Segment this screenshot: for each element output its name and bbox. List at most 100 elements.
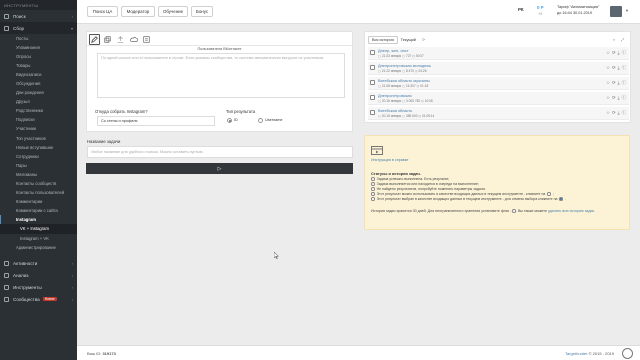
refresh-icon[interactable]: ⟳ [419, 36, 428, 44]
sidebar-item[interactable]: Товары [0, 61, 77, 70]
expand-icon[interactable]: ⤢ [618, 36, 627, 44]
history-row-title[interactable]: Днепр, жен, инст [378, 48, 409, 53]
history-row-time: 01:18 [420, 83, 429, 88]
history-row-title[interactable]: Витебская область мужчины [378, 78, 430, 83]
refresh-icon[interactable]: ⟳ [612, 95, 616, 101]
tariff-info[interactable]: Тариф "Автоматизация" до 16:44 30.01.201… [557, 5, 599, 16]
sidebar-item[interactable]: Меломаны [0, 170, 77, 179]
sidebar-item[interactable]: Участники [0, 124, 77, 133]
tab-current[interactable]: Текущий [398, 36, 419, 44]
sidebar-item[interactable]: Опросы [0, 52, 77, 61]
star-icon[interactable]: ☆ [606, 50, 610, 56]
refresh-icon[interactable]: ⟳ [612, 110, 616, 116]
sidebar-item[interactable]: Родственники [0, 106, 77, 115]
history-row-actions: ☆ ⟳ ⤓ ⓘ [606, 95, 626, 101]
source-select[interactable]: Со стены и профиля [97, 116, 215, 126]
status-empty: Не найдено результатов, попробуйте помен… [371, 187, 486, 191]
history-row-title[interactable]: Днепропетровская [378, 93, 412, 98]
upload-icon[interactable] [115, 34, 126, 45]
sidebar-item[interactable]: Новые вступившие [0, 143, 77, 152]
chevron-down-icon[interactable]: ▼ [625, 8, 629, 13]
vk-users-textarea[interactable]: По одной ссылке или id пользователя в ст… [97, 53, 345, 98]
cloud-icon[interactable] [128, 34, 139, 45]
statuses-title: Статусы и история задач. [371, 171, 421, 176]
refresh-icon[interactable]: ⟳ [612, 65, 616, 71]
sidebar-section-collect[interactable]: Сбор ▾ [0, 22, 77, 34]
help-guide-link[interactable]: Инструкция в справке [371, 158, 408, 162]
moderator-button[interactable]: Модератор [121, 6, 155, 17]
info-icon[interactable]: ⓘ [622, 110, 626, 116]
sidebar-item[interactable]: Контакты сообществ [0, 179, 77, 188]
sidebar-section-groups[interactable]: Сообщества Новое › [0, 293, 77, 305]
history-row[interactable]: Витебская область мужчины ▢ 21.08 января … [368, 77, 629, 90]
sidebar-section-search[interactable]: Поиск › [0, 10, 77, 22]
list-icon[interactable] [141, 34, 152, 45]
sidebar-item-admin[interactable]: Администрирование [0, 243, 77, 252]
sidebar-item[interactable]: Друзья [0, 97, 77, 106]
sidebar-item[interactable]: Контакты пользователей [0, 188, 77, 197]
radio-id[interactable] [227, 118, 232, 123]
sidebar-item[interactable]: Комментарии с сайта [0, 206, 77, 215]
sidebar-item[interactable]: Подписки [0, 115, 77, 124]
sidebar-subitem[interactable]: VK + Instagram [0, 223, 77, 234]
delete-history-link[interactable]: удалить всю историю задач [548, 209, 594, 213]
sidebar-item[interactable]: Дни рождения [0, 88, 77, 97]
info-icon[interactable]: ⓘ [622, 80, 626, 86]
star-icon[interactable]: ☆ [606, 80, 610, 86]
refresh-icon[interactable]: ⟳ [612, 50, 616, 56]
tab-all-history[interactable]: Вся история [368, 35, 398, 44]
radio-username[interactable] [258, 118, 263, 123]
sidebar-item-instagram[interactable]: Instagram [0, 214, 77, 224]
history-row[interactable]: Днепропетровская молодежь ▢ 21.22 января … [368, 62, 629, 75]
user-id: Ваш ID: 319173 [87, 351, 116, 356]
search-icon[interactable]: ⌕ [610, 36, 618, 44]
task-name-input[interactable]: Любое название для удобного поиска. Можн… [87, 146, 353, 158]
avatar[interactable] [610, 6, 622, 17]
history-row[interactable]: Днепропетровская ▢ 20.16 января ▢ 3 005 7… [368, 92, 629, 105]
download-icon[interactable]: ⤓ [618, 95, 620, 101]
chat-icon[interactable] [622, 348, 633, 359]
sidebar-item[interactable]: Упоминания [0, 43, 77, 52]
run-task-button[interactable]: ▷ [86, 163, 353, 174]
download-icon[interactable]: ⤓ [618, 80, 620, 86]
refresh-icon[interactable]: ⟳ [612, 80, 616, 86]
info-icon[interactable]: ⓘ [622, 95, 626, 101]
sidebar-item[interactable]: Посты [0, 34, 77, 43]
sidebar-section-tools[interactable]: Инструменты › [0, 281, 77, 293]
sidebar-item[interactable]: Видеозаписи [0, 70, 77, 79]
sidebar-item[interactable]: Топ участников [0, 134, 77, 143]
new-badge: Новое [42, 297, 57, 302]
history-row[interactable]: Днепр, жен, инст ▢ 21.03 января ▢ 727 ◷ 0… [368, 47, 629, 60]
download-icon[interactable]: ⤓ [618, 65, 620, 71]
bonus-button[interactable]: Бонус [191, 6, 213, 17]
language-switch[interactable]: РК [518, 7, 524, 12]
sidebar-item[interactable]: Сотрудники [0, 152, 77, 161]
info-icon[interactable]: ⓘ [622, 50, 626, 56]
sidebar-item[interactable]: Комментарии [0, 197, 77, 206]
sidebar-section-activity[interactable]: Активности › [0, 257, 77, 269]
balance[interactable]: 0 Р +0 [537, 5, 544, 17]
star-icon[interactable]: ☆ [606, 95, 610, 101]
copy-icon[interactable] [102, 34, 113, 45]
sidebar-item[interactable]: Пары [0, 161, 77, 170]
info-icon[interactable]: ⓘ [622, 65, 626, 71]
sidebar-section-analysis[interactable]: Анализ › [0, 269, 77, 281]
download-icon[interactable]: ⤓ [618, 110, 620, 116]
brand-link[interactable]: Targethunter [565, 351, 587, 356]
star-icon[interactable]: ☆ [606, 110, 610, 116]
task-settings-panel: Пользователи ВКонтакте По одной ссылке и… [86, 31, 353, 132]
star-icon[interactable]: ☆ [606, 65, 610, 71]
history-row-title[interactable]: Днепропетровская молодежь [378, 63, 431, 68]
history-row[interactable]: Витебская область ▢ 20.15 января ▢ 385 60… [368, 107, 629, 120]
radio-username-label: Username [265, 118, 283, 122]
status-running: Задача выполняется или находится в очере… [371, 182, 479, 186]
find-audience-button[interactable]: Поиск ЦА [87, 6, 118, 17]
sidebar: ИНСТРУМЕНТЫ Поиск › Сбор ▾ Посты Упоминания О… [0, 0, 77, 360]
training-button[interactable]: Обучение [158, 6, 188, 17]
sidebar-subitem[interactable]: Instagram + VK [0, 234, 77, 244]
edit-icon[interactable] [89, 34, 100, 45]
play-icon: ▷ [217, 165, 222, 172]
download-icon[interactable]: ⤓ [618, 50, 620, 56]
history-row-title[interactable]: Витебская область [378, 108, 412, 113]
sidebar-item[interactable]: Обсуждения [0, 79, 77, 88]
